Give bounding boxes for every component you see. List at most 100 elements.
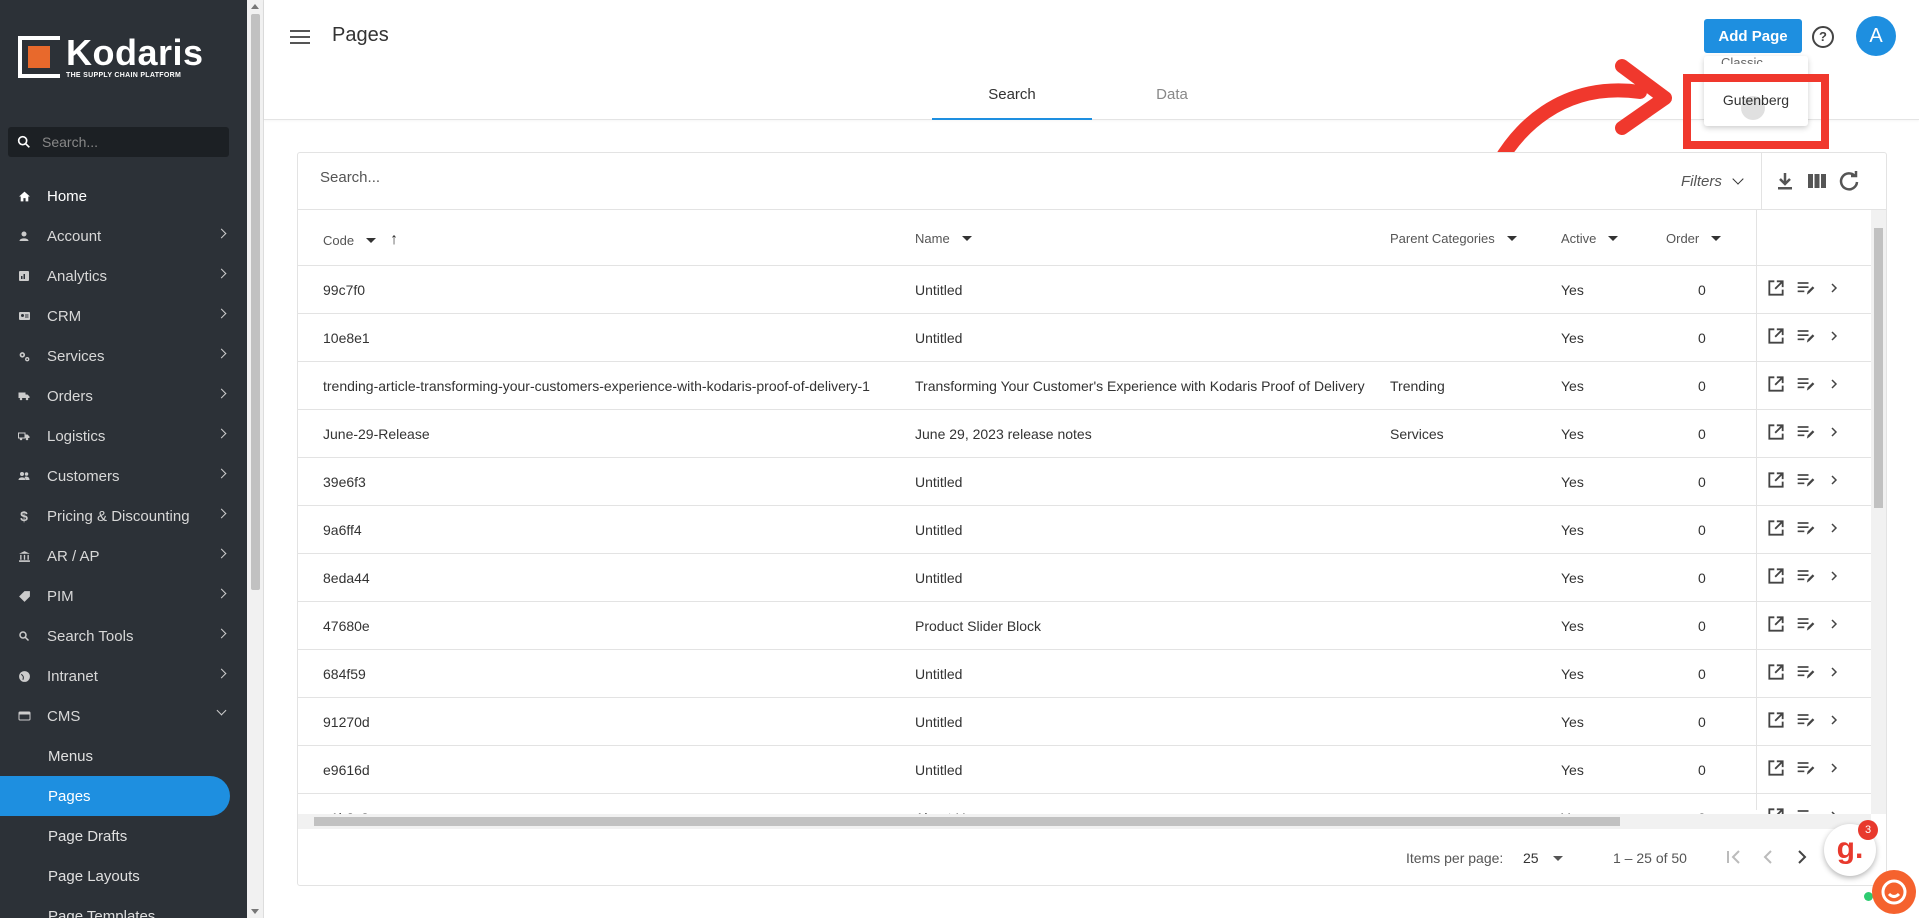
open-external-icon[interactable] [1766, 566, 1786, 586]
edit-list-icon[interactable] [1796, 758, 1816, 778]
table-row[interactable]: a1b2c3About UsYes0 [298, 794, 1871, 814]
sidebar-item-page-layouts[interactable]: Page Layouts [0, 856, 247, 896]
sidebar-item-pim[interactable]: PIM [0, 576, 247, 616]
chat-widget[interactable] [1872, 870, 1916, 914]
download-icon[interactable] [1773, 169, 1797, 193]
chevron-right-icon[interactable] [1826, 518, 1842, 538]
sidebar-item-ar-ap[interactable]: AR / AP [0, 536, 247, 576]
sidebar-item-search-tools[interactable]: Search Tools [0, 616, 247, 656]
tab-data[interactable]: Data [1092, 80, 1252, 120]
chevron-right-icon[interactable] [1826, 422, 1842, 442]
open-external-icon[interactable] [1766, 710, 1786, 730]
edit-list-icon[interactable] [1796, 614, 1816, 634]
avatar[interactable]: A [1856, 16, 1896, 56]
table-row[interactable]: 10e8e1 Untitled Yes 0 [298, 314, 1871, 362]
sidebar-item-account[interactable]: Account [0, 216, 247, 256]
caret-down-icon[interactable] [961, 236, 972, 241]
open-external-icon[interactable] [1766, 470, 1786, 490]
table-search-input[interactable] [320, 169, 920, 186]
table-row[interactable]: 39e6f3 Untitled Yes 0 [298, 458, 1871, 506]
open-external-icon[interactable] [1766, 422, 1786, 442]
previous-page-icon[interactable] [1756, 845, 1780, 869]
sort-asc-arrow-icon[interactable]: ↑ [390, 231, 398, 249]
chevron-right-icon[interactable] [1826, 278, 1842, 298]
column-header-active[interactable]: Active [1561, 231, 1619, 246]
table-row[interactable]: 8eda44 Untitled Yes 0 [298, 554, 1871, 602]
chevron-right-icon[interactable] [1826, 614, 1842, 634]
scroll-down-arrow-icon[interactable] [251, 909, 259, 914]
edit-list-icon[interactable] [1796, 278, 1816, 298]
edit-list-icon[interactable] [1796, 374, 1816, 394]
open-external-icon[interactable] [1766, 278, 1786, 298]
column-header-parent-categories[interactable]: Parent Categories [1390, 231, 1517, 246]
open-external-icon[interactable] [1766, 326, 1786, 346]
sidebar-item-orders[interactable]: Orders [0, 376, 247, 416]
vertical-scroll-thumb[interactable] [1874, 228, 1883, 508]
sidebar-item-pricing[interactable]: $ Pricing & Discounting [0, 496, 247, 536]
column-header-code[interactable]: Code ↑ [323, 231, 398, 249]
table-row[interactable]: 99c7f0 Untitled Yes 0 [298, 266, 1871, 314]
edit-list-icon[interactable] [1796, 710, 1816, 730]
edit-list-icon[interactable] [1796, 470, 1816, 490]
chevron-right-icon[interactable] [1826, 662, 1842, 682]
column-header-order[interactable]: Order [1666, 231, 1722, 246]
caret-down-icon[interactable] [366, 237, 377, 243]
open-external-icon[interactable] [1766, 614, 1786, 634]
sidebar-item-page-drafts[interactable]: Page Drafts [0, 816, 247, 856]
open-external-icon[interactable] [1766, 518, 1786, 538]
table-row[interactable]: June-29-Release June 29, 2023 release not… [298, 410, 1871, 458]
table-row[interactable]: 684f59 Untitled Yes 0 [298, 650, 1871, 698]
chevron-right-icon[interactable] [1826, 806, 1842, 814]
sidebar-item-cms[interactable]: CMS [0, 696, 247, 736]
dropdown-option-classic[interactable]: Classic [1721, 56, 1763, 64]
edit-list-icon[interactable] [1796, 518, 1816, 538]
chevron-right-icon[interactable] [1826, 758, 1842, 778]
caret-down-icon[interactable] [1506, 236, 1517, 241]
sidebar-item-logistics[interactable]: Logistics [0, 416, 247, 456]
sidebar-search-input[interactable] [42, 134, 212, 150]
chevron-right-icon[interactable] [1826, 326, 1842, 346]
sidebar-item-page-templates[interactable]: Page Templates [0, 896, 247, 918]
table-row[interactable]: 9a6ff4 Untitled Yes 0 [298, 506, 1871, 554]
next-page-icon[interactable] [1790, 845, 1814, 869]
open-external-icon[interactable] [1766, 806, 1786, 814]
help-icon[interactable]: ? [1812, 26, 1834, 48]
edit-list-icon[interactable] [1796, 326, 1816, 346]
chevron-right-icon[interactable] [1826, 374, 1842, 394]
refresh-icon[interactable] [1837, 169, 1861, 193]
caret-down-icon[interactable] [1711, 236, 1722, 241]
edit-list-icon[interactable] [1796, 422, 1816, 442]
sidebar-scroll-thumb[interactable] [251, 14, 260, 590]
sidebar-item-pages[interactable]: Pages [0, 776, 230, 816]
chevron-right-icon[interactable] [1826, 710, 1842, 730]
sidebar-item-customers[interactable]: Customers [0, 456, 247, 496]
sidebar-item-intranet[interactable]: Intranet [0, 656, 247, 696]
sidebar-item-services[interactable]: Services [0, 336, 247, 376]
chevron-right-icon[interactable] [1826, 470, 1842, 490]
chevron-right-icon[interactable] [1826, 566, 1842, 586]
scroll-up-arrow-icon[interactable] [251, 4, 259, 9]
table-row[interactable]: e9616d Untitled Yes 0 [298, 746, 1871, 794]
edit-list-icon[interactable] [1796, 566, 1816, 586]
table-row[interactable]: trending-article-transforming-your-custo… [298, 362, 1871, 410]
sidebar-item-crm[interactable]: CRM [0, 296, 247, 336]
sidebar-item-home[interactable]: Home [0, 176, 247, 216]
column-header-name[interactable]: Name [915, 231, 972, 246]
add-page-button[interactable]: Add Page [1704, 19, 1802, 53]
columns-icon[interactable] [1805, 169, 1829, 193]
table-horizontal-scrollbar[interactable] [298, 814, 1871, 829]
table-row[interactable]: 47680e Product Slider Block Yes 0 [298, 602, 1871, 650]
caret-down-icon[interactable] [1608, 236, 1619, 241]
page-size-select[interactable]: 25 [1523, 850, 1563, 866]
edit-list-icon[interactable] [1796, 806, 1816, 814]
sidebar-item-analytics[interactable]: Analytics [0, 256, 247, 296]
filters-button[interactable]: Filters [1681, 173, 1744, 190]
table-vertical-scrollbar[interactable] [1871, 210, 1886, 814]
tab-search[interactable]: Search [932, 80, 1092, 120]
first-page-icon[interactable] [1722, 845, 1746, 869]
sidebar-item-menus[interactable]: Menus [0, 736, 247, 776]
kodaris-logo[interactable]: Kodaris THE SUPPLY CHAIN PLATFORM [18, 35, 204, 79]
table-row[interactable]: 91270d Untitled Yes 0 [298, 698, 1871, 746]
open-external-icon[interactable] [1766, 662, 1786, 682]
menu-icon[interactable] [290, 30, 310, 44]
